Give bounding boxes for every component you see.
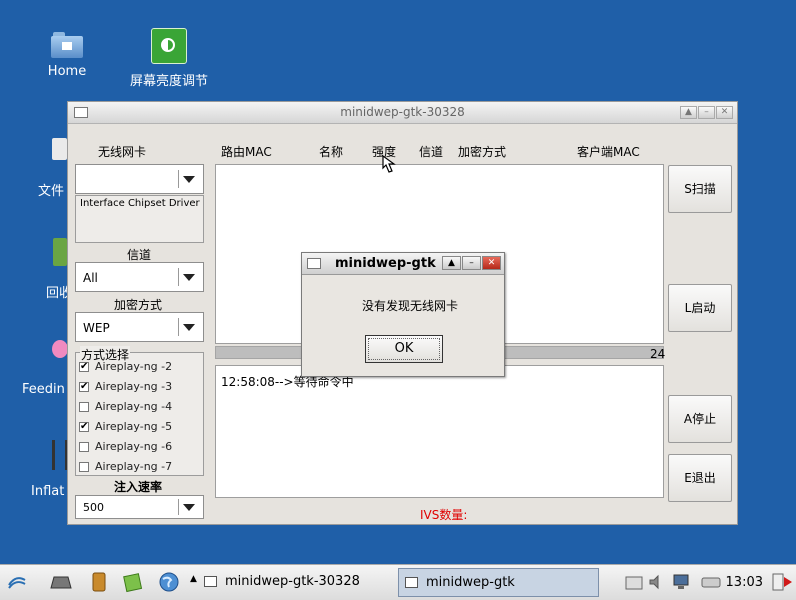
channel-label: 信道 (127, 248, 152, 262)
column-encryption[interactable]: 加密方式 (458, 143, 506, 160)
encryption-select[interactable]: WEP (75, 312, 204, 342)
wireless-card-select[interactable] (75, 164, 204, 194)
scan-button[interactable]: S扫描 (668, 165, 732, 213)
chevron-down-icon (183, 324, 195, 331)
dialog-menu-icon[interactable] (307, 258, 321, 269)
task-dialog[interactable]: minidwep-gtk (398, 568, 599, 597)
clock[interactable]: 13:03 (726, 575, 763, 590)
trash-desktop-icon[interactable] (53, 238, 67, 266)
mode-option[interactable]: Aireplay-ng -6 (76, 439, 201, 455)
mouse-cursor-icon (382, 154, 396, 173)
encryption-value: WEP (83, 321, 110, 335)
checkbox[interactable] (79, 462, 89, 472)
checkbox[interactable] (79, 402, 89, 412)
column-router-mac[interactable]: 路由MAC (221, 143, 272, 160)
start-menu-icon[interactable] (6, 571, 28, 593)
brightness-desktop-icon[interactable]: 屏幕亮度调节 (123, 28, 215, 89)
mode-option-label: Aireplay-ng -2 (95, 360, 173, 373)
task-label: minidwep-gtk (426, 575, 515, 590)
feeding-desktop-icon[interactable] (52, 340, 68, 358)
mode-option[interactable]: ✔ Aireplay-ng -5 (76, 419, 201, 435)
home-folder-icon (51, 32, 83, 58)
feeding-label: Feedin (22, 382, 65, 397)
roll-up-icon[interactable]: ▲ (680, 106, 697, 119)
main-titlebar[interactable]: minidwep-gtk-30328 ▲ – ✕ (68, 102, 737, 124)
inflate-label: Inflat (31, 484, 65, 499)
dialog-title: minidwep-gtk (335, 256, 436, 271)
mode-option-label: Aireplay-ng -7 (95, 460, 173, 473)
task-main-window[interactable]: minidwep-gtk-30328 (198, 568, 388, 597)
inject-rate-label: 注入速率 (114, 480, 163, 494)
inject-rate-value: 500 (83, 501, 104, 514)
notes-icon[interactable] (122, 571, 144, 593)
interface-info-panel: Interface Chipset Driver (75, 195, 204, 243)
network-icon[interactable] (670, 571, 692, 593)
window-icon (405, 577, 418, 588)
window-title: minidwep-gtk-30328 (340, 105, 465, 119)
taskbar-arrow-icon[interactable]: ▲ (190, 574, 197, 584)
ivs-count-label: IVS数量: (420, 508, 468, 522)
chevron-down-icon (183, 176, 195, 183)
minimize-icon[interactable]: – (462, 256, 481, 270)
logout-icon[interactable] (770, 571, 792, 593)
minimize-icon[interactable]: – (698, 106, 715, 119)
mode-option-label: Aireplay-ng -4 (95, 400, 173, 413)
checkbox[interactable]: ✔ (79, 422, 89, 432)
mode-option-label: Aireplay-ng -5 (95, 420, 173, 433)
volume-icon[interactable] (646, 571, 668, 593)
roll-up-icon[interactable]: ▲ (442, 256, 461, 270)
wireless-card-label: 无线网卡 (98, 145, 147, 159)
mode-select-panel: 方式选择 ✔ Aireplay-ng -2 ✔ Aireplay-ng -3 A… (75, 346, 204, 476)
mode-option-label: Aireplay-ng -6 (95, 440, 173, 453)
window-icon (204, 576, 217, 587)
mode-option[interactable]: ✔ Aireplay-ng -3 (76, 379, 201, 395)
home-desktop-icon[interactable]: Home (40, 32, 94, 79)
chevron-down-icon (183, 274, 195, 281)
inflate-desktop-icon[interactable] (52, 440, 68, 470)
mode-option[interactable]: Aireplay-ng -7 (76, 459, 201, 475)
mode-option[interactable]: ✔ Aireplay-ng -2 (76, 359, 201, 375)
dialog-message: 没有发现无线网卡 (362, 299, 459, 313)
column-name[interactable]: 名称 (319, 143, 343, 160)
brightness-label: 屏幕亮度调节 (129, 74, 208, 89)
chevron-down-icon (183, 504, 195, 511)
no-wireless-card-dialog: minidwep-gtk ▲ – ✕ 没有发现无线网卡 OK (301, 252, 505, 377)
file-manager-label: 文件 (38, 184, 65, 199)
file-manager-icon[interactable] (50, 571, 72, 593)
close-icon[interactable]: ✕ (482, 256, 501, 270)
channel-select[interactable]: All (75, 262, 204, 292)
column-client-mac[interactable]: 客户端MAC (577, 143, 640, 160)
stop-button[interactable]: A停止 (668, 395, 732, 443)
ok-button[interactable]: OK (365, 335, 443, 363)
channel-value: All (83, 271, 98, 285)
inject-rate-select[interactable]: 500 (75, 495, 204, 519)
file-manager-desktop-icon[interactable] (52, 138, 67, 160)
task-label: minidwep-gtk-30328 (225, 574, 360, 589)
taskbar: ▲ minidwep-gtk-30328 minidwep-gtk 13:03 (0, 564, 796, 600)
mode-option-label: Aireplay-ng -3 (95, 380, 173, 393)
web-browser-icon[interactable] (158, 571, 180, 593)
home-label: Home (47, 64, 87, 79)
column-channel[interactable]: 信道 (419, 143, 443, 160)
log-area[interactable]: 12:58:08-->等待命令中 (215, 365, 664, 498)
checkbox[interactable]: ✔ (79, 382, 89, 392)
brightness-icon (151, 28, 187, 64)
keyboard-icon[interactable] (623, 571, 645, 593)
close-icon[interactable]: ✕ (716, 106, 733, 119)
checkbox[interactable]: ✔ (79, 362, 89, 372)
interface-info-text: Interface Chipset Driver (80, 198, 200, 209)
progress-value: 24 (650, 347, 666, 361)
checkbox[interactable] (79, 442, 89, 452)
mode-option[interactable]: Aireplay-ng -4 (76, 399, 201, 415)
drive-icon[interactable] (700, 571, 722, 593)
encryption-label: 加密方式 (114, 298, 163, 312)
dialog-titlebar[interactable]: minidwep-gtk ▲ – ✕ (302, 253, 504, 275)
text-editor-icon[interactable] (88, 571, 110, 593)
exit-button[interactable]: E退出 (668, 454, 732, 502)
start-button[interactable]: L启动 (668, 284, 732, 332)
